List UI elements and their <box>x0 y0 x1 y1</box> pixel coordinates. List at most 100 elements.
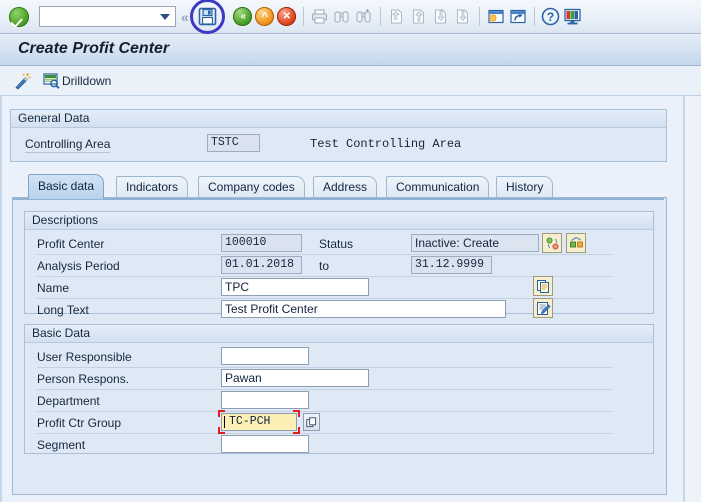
save-button-highlight <box>189 0 225 34</box>
find-next-button[interactable] <box>353 6 375 28</box>
back-button[interactable]: « <box>232 6 254 28</box>
command-input[interactable] <box>42 8 158 25</box>
controlling-area-row: Controlling Area TSTC Test Controlling A… <box>25 134 625 156</box>
first-page-icon <box>391 9 403 24</box>
page-title: Create Profit Center <box>18 40 170 57</box>
status-field: Inactive: Create <box>411 234 539 252</box>
name-row: Name TPC <box>37 276 637 300</box>
drilldown-button[interactable]: Drilldown <box>39 70 115 92</box>
screen-body: General Data Controlling Area TSTC Test … <box>0 96 701 502</box>
row-rule <box>37 254 613 255</box>
name-field[interactable]: TPC <box>221 278 369 296</box>
profit-ctr-group-value-help-button[interactable] <box>303 413 320 431</box>
tab-history[interactable]: History <box>496 176 554 199</box>
tab-company-codes[interactable]: Company codes <box>198 176 305 199</box>
help-button[interactable]: ? <box>540 6 562 28</box>
user-responsible-field[interactable] <box>221 347 309 365</box>
first-page-button[interactable] <box>386 6 408 28</box>
row-rule <box>37 298 613 299</box>
customize-layout-button[interactable] <box>562 6 584 28</box>
analysis-period-from-field[interactable]: 01.01.2018 <box>221 256 302 274</box>
back-chevrons-icon[interactable]: « <box>181 9 189 25</box>
user-responsible-label: User Responsible <box>37 350 132 364</box>
text-cursor <box>224 416 225 428</box>
person-respons-label: Person Respons. <box>37 372 130 386</box>
drilldown-label: Drilldown <box>62 73 112 88</box>
cancel-button[interactable]: ✕ <box>276 6 298 28</box>
tab-address[interactable]: Address <box>313 176 378 199</box>
profit-ctr-group-label: Profit Ctr Group <box>37 416 122 430</box>
vertical-scrollbar[interactable] <box>685 96 701 502</box>
left-border <box>0 96 2 502</box>
row-rule <box>37 367 613 368</box>
sap-gui-window: « « ^ ✕ ? Create Profit Center Drilldown… <box>0 0 701 502</box>
status-change-icon <box>546 237 558 249</box>
tab-communication[interactable]: Communication <box>386 176 490 199</box>
activate-icon-button[interactable] <box>566 233 586 253</box>
segment-label: Segment <box>37 438 86 452</box>
layout-monitor-icon <box>564 8 581 24</box>
name-copy-button[interactable] <box>533 276 553 296</box>
svg-text:?: ? <box>547 10 554 24</box>
tab-panel-top-accent <box>13 198 664 200</box>
exit-button[interactable]: ^ <box>254 6 276 28</box>
long-text-edit-button[interactable] <box>533 298 553 318</box>
department-field[interactable] <box>221 391 309 409</box>
row-rule <box>37 276 613 277</box>
last-page-icon <box>457 9 469 24</box>
analysis-period-to-label: to <box>319 259 330 273</box>
general-data-group: General Data Controlling Area TSTC Test … <box>10 109 667 162</box>
previous-page-icon <box>413 9 425 24</box>
command-field[interactable] <box>39 6 176 27</box>
help-question-icon: ? <box>541 7 560 26</box>
descriptions-group: Descriptions Profit Center 100010 Status… <box>24 211 654 318</box>
magic-wand-icon[interactable] <box>13 72 31 90</box>
create-session-button[interactable] <box>485 6 507 28</box>
printer-icon <box>312 9 328 24</box>
analysis-period-to-field[interactable]: 31.12.9999 <box>411 256 492 274</box>
segment-field[interactable] <box>221 435 309 453</box>
binoculars-plus-icon <box>356 9 371 23</box>
analysis-period-row: Analysis Period 01.01.2018 to 31.12.9999 <box>37 256 637 278</box>
value-help-icon <box>306 416 317 427</box>
chevron-down-icon[interactable] <box>160 13 170 20</box>
profit-center-row: Profit Center 100010 Status Inactive: Cr… <box>37 233 637 256</box>
next-page-icon <box>435 9 447 24</box>
controlling-area-field[interactable]: TSTC <box>207 134 260 152</box>
binoculars-icon <box>334 11 349 23</box>
tab-basic-data[interactable]: Basic data <box>28 174 105 199</box>
controlling-area-label: Controlling Area <box>25 137 111 153</box>
profit-center-field[interactable]: 100010 <box>221 234 302 252</box>
status-label: Status <box>319 237 354 251</box>
tab-strip: Basic data Indicators Company codes Addr… <box>12 174 665 199</box>
user-responsible-row: User Responsible <box>37 347 637 369</box>
activate-icon <box>569 236 583 247</box>
print-button[interactable] <box>309 6 331 28</box>
edit-document-icon <box>536 301 551 315</box>
last-page-button[interactable] <box>452 6 474 28</box>
person-respons-row: Person Respons. Pawan <box>37 369 637 391</box>
long-text-field[interactable]: Test Profit Center <box>221 300 506 318</box>
enter-check-icon[interactable] <box>9 6 29 27</box>
long-text-row: Long Text Test Profit Center <box>37 298 637 322</box>
status-change-icon-button[interactable] <box>542 233 562 253</box>
previous-page-button[interactable] <box>408 6 430 28</box>
create-shortcut-button[interactable] <box>507 6 529 28</box>
shortcut-icon <box>510 9 526 24</box>
basic-data-group-title: Basic Data <box>25 325 653 343</box>
find-button[interactable] <box>331 6 353 28</box>
tab-indicators[interactable]: Indicators <box>116 176 189 199</box>
segment-row: Segment <box>37 435 637 457</box>
long-text-label: Long Text <box>37 303 89 317</box>
basic-data-tab-panel: Descriptions Profit Center 100010 Status… <box>12 197 667 495</box>
next-page-button[interactable] <box>430 6 452 28</box>
screen-title-bar: Create Profit Center <box>0 34 701 66</box>
application-toolbar: Drilldown <box>0 66 701 96</box>
save-floppy-icon[interactable] <box>198 7 217 26</box>
row-rule <box>37 411 613 412</box>
person-respons-field[interactable]: Pawan <box>221 369 369 387</box>
profit-ctr-group-field[interactable]: TC-PCH <box>221 413 297 431</box>
controlling-area-description: Test Controlling Area <box>310 137 462 151</box>
row-rule <box>37 433 613 434</box>
profit-ctr-group-focus-frame: TC-PCH <box>218 410 300 434</box>
